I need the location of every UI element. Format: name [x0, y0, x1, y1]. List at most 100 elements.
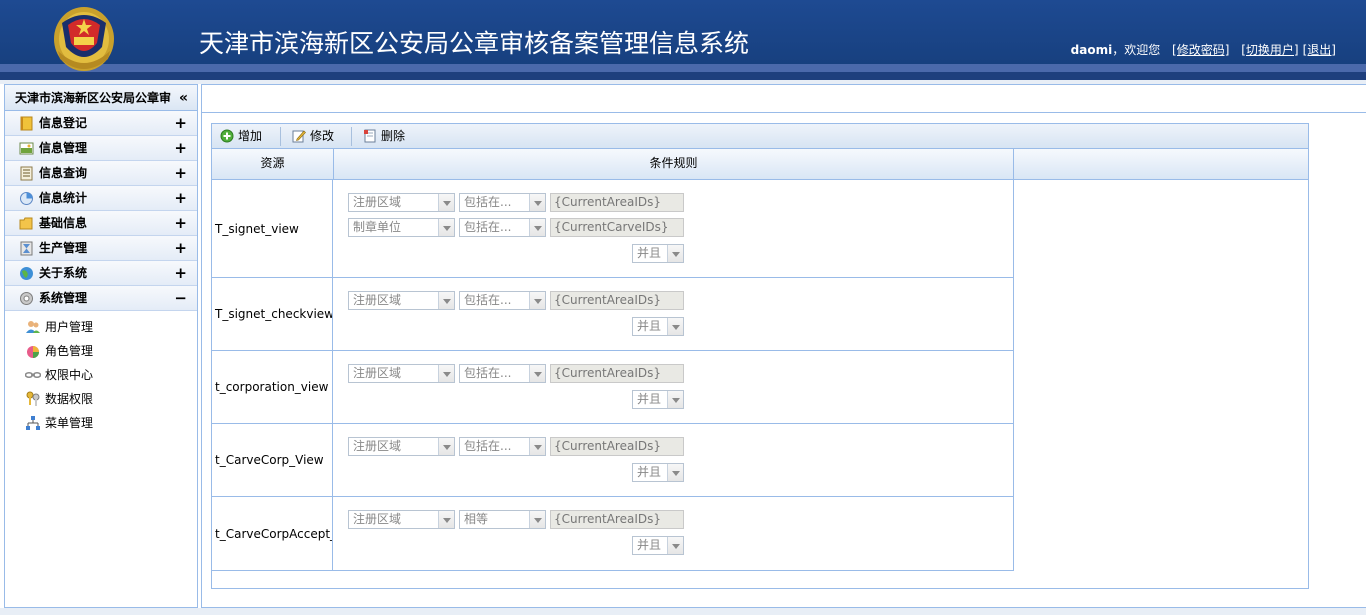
operator-select[interactable]: 包括在...	[459, 218, 546, 237]
expand-sign[interactable]: +	[174, 136, 187, 161]
delete-button[interactable]: 删除	[361, 124, 405, 149]
sidebar-item-permission-center[interactable]: 权限中心	[5, 363, 197, 387]
data-permission-grid-panel: 增加 修改 删除 资源 条件规则 T_signet_view 注册区域 包括在.…	[211, 123, 1309, 589]
logic-select[interactable]: 并且	[632, 536, 684, 555]
condition-value-input[interactable]: {CurrentCarveIDs}	[550, 218, 684, 237]
operator-select[interactable]: 包括在...	[459, 291, 546, 310]
operator-select-value: 包括在...	[464, 366, 512, 380]
operator-select[interactable]: 包括在...	[459, 437, 546, 456]
sidebar-item-menu-manage[interactable]: 菜单管理	[5, 411, 197, 435]
sidebar-section-about[interactable]: 关于系统 +	[5, 261, 197, 286]
resource-name: t_corporation_view	[215, 380, 329, 394]
sidebar-section-info-manage[interactable]: 信息管理 +	[5, 136, 197, 161]
toolbar-separator	[351, 127, 352, 146]
table-row[interactable]: T_signet_view 注册区域 包括在... {CurrentAreaID…	[212, 180, 1014, 278]
field-select[interactable]: 注册区域	[348, 291, 455, 310]
sidebar-item-role-manage[interactable]: 角色管理	[5, 339, 197, 363]
chart-circle-icon	[20, 192, 33, 205]
logic-select[interactable]: 并且	[632, 244, 684, 263]
sidebar-section-label: 信息查询	[39, 166, 88, 180]
sidebar-item-label: 用户管理	[45, 320, 94, 334]
operator-select[interactable]: 包括在...	[459, 364, 546, 383]
resource-cell: T_signet_view	[212, 180, 333, 277]
operator-select-value: 包括在...	[464, 195, 512, 209]
chevron-down-icon	[438, 365, 454, 382]
main-content: 增加 修改 删除 资源 条件规则 T_signet_view 注册区域 包括在.…	[201, 84, 1366, 608]
collapse-sidebar-button[interactable]: «	[179, 85, 188, 111]
system-title: 天津市滨海新区公安局公章审核备案管理信息系统	[199, 29, 750, 58]
sidebar-item-label: 角色管理	[45, 344, 94, 358]
column-header-condition-rule[interactable]: 条件规则	[334, 149, 1014, 180]
field-select[interactable]: 注册区域	[348, 437, 455, 456]
sidebar-section-system[interactable]: 系统管理 −	[5, 286, 197, 311]
sidebar-section-label: 关于系统	[39, 266, 88, 280]
sidebar-section-label: 系统管理	[39, 291, 88, 305]
add-button-label: 增加	[238, 129, 263, 143]
collapse-sign[interactable]: −	[174, 286, 187, 311]
chevron-down-icon	[529, 365, 545, 382]
resource-name: T_signet_view	[215, 221, 299, 236]
grid-toolbar: 增加 修改 删除	[212, 124, 1308, 149]
expand-sign[interactable]: +	[174, 261, 187, 286]
table-row[interactable]: T_signet_checkview 注册区域 包括在... {CurrentA…	[212, 278, 1014, 351]
table-row[interactable]: t_CarveCorpAccept_ 注册区域 相等 {CurrentAreaI…	[212, 497, 1014, 571]
operator-select[interactable]: 包括在...	[459, 193, 546, 212]
field-select[interactable]: 注册区域	[348, 510, 455, 529]
sidebar-section-basic-info[interactable]: 基础信息 +	[5, 211, 197, 236]
logic-select[interactable]: 并且	[632, 463, 684, 482]
welcome-text: ，欢迎您	[1112, 43, 1161, 57]
field-select-value: 注册区域	[353, 195, 402, 209]
logic-select-value: 并且	[637, 538, 662, 552]
police-emblem-icon	[54, 7, 114, 71]
condition-value-input[interactable]: {CurrentAreaIDs}	[550, 364, 684, 383]
column-header-resource[interactable]: 资源	[212, 149, 334, 180]
edit-button[interactable]: 修改	[290, 124, 334, 149]
chevron-down-icon	[438, 219, 454, 236]
sidebar-section-info-query[interactable]: 信息查询 +	[5, 161, 197, 186]
sidebar-section-production[interactable]: 生产管理 +	[5, 236, 197, 261]
switch-user-link[interactable]: [切换用户]	[1241, 43, 1298, 57]
change-password-link[interactable]: [修改密码]	[1172, 43, 1229, 57]
add-button[interactable]: 增加	[218, 124, 262, 149]
resource-name: T_signet_checkview	[215, 307, 333, 321]
expand-sign[interactable]: +	[174, 186, 187, 211]
expand-sign[interactable]: +	[174, 211, 187, 236]
system-sub-menu: 用户管理 角色管理 权限中心 数据权限 菜单管理	[5, 311, 197, 435]
table-row[interactable]: t_corporation_view 注册区域 包括在... {CurrentA…	[212, 351, 1014, 424]
sidebar-section-info-stats[interactable]: 信息统计 +	[5, 186, 197, 211]
chevron-down-icon	[438, 511, 454, 528]
logic-select[interactable]: 并且	[632, 317, 684, 336]
sidebar-item-user-manage[interactable]: 用户管理	[5, 315, 197, 339]
keys-icon	[26, 391, 40, 406]
expand-sign[interactable]: +	[174, 236, 187, 261]
logout-link[interactable]: [退出]	[1303, 43, 1336, 57]
users-icon	[26, 321, 40, 333]
operator-select-value: 包括在...	[464, 293, 512, 307]
sidebar-section-info-register[interactable]: 信息登记 +	[5, 111, 197, 136]
chevron-down-icon	[529, 511, 545, 528]
globe-icon	[20, 267, 33, 280]
expand-sign[interactable]: +	[174, 111, 187, 136]
field-select[interactable]: 注册区域	[348, 364, 455, 383]
field-select[interactable]: 注册区域	[348, 193, 455, 212]
condition-value-input[interactable]: {CurrentAreaIDs}	[550, 291, 684, 310]
field-select[interactable]: 制章单位	[348, 218, 455, 237]
sidebar-section-label: 信息登记	[39, 116, 88, 130]
chevron-down-icon	[529, 194, 545, 211]
condition-value-input[interactable]: {CurrentAreaIDs}	[550, 510, 684, 529]
operator-select-value: 包括在...	[464, 220, 512, 234]
sidebar-item-data-permission[interactable]: 数据权限	[5, 387, 197, 411]
folder-icon	[19, 217, 33, 230]
gear-icon	[20, 292, 33, 305]
table-row[interactable]: t_CarveCorp_View 注册区域 包括在... {CurrentAre…	[212, 424, 1014, 497]
logic-select-value: 并且	[637, 465, 662, 479]
condition-value-input[interactable]: {CurrentAreaIDs}	[550, 193, 684, 212]
resource-name: t_CarveCorp_View	[215, 453, 324, 467]
condition-value-input[interactable]: {CurrentAreaIDs}	[550, 437, 684, 456]
logic-select[interactable]: 并且	[632, 390, 684, 409]
expand-sign[interactable]: +	[174, 161, 187, 186]
grid-header: 资源 条件规则	[212, 149, 1308, 180]
chevron-down-icon	[667, 537, 683, 554]
operator-select[interactable]: 相等	[459, 510, 546, 529]
toolbar-separator	[280, 127, 281, 146]
